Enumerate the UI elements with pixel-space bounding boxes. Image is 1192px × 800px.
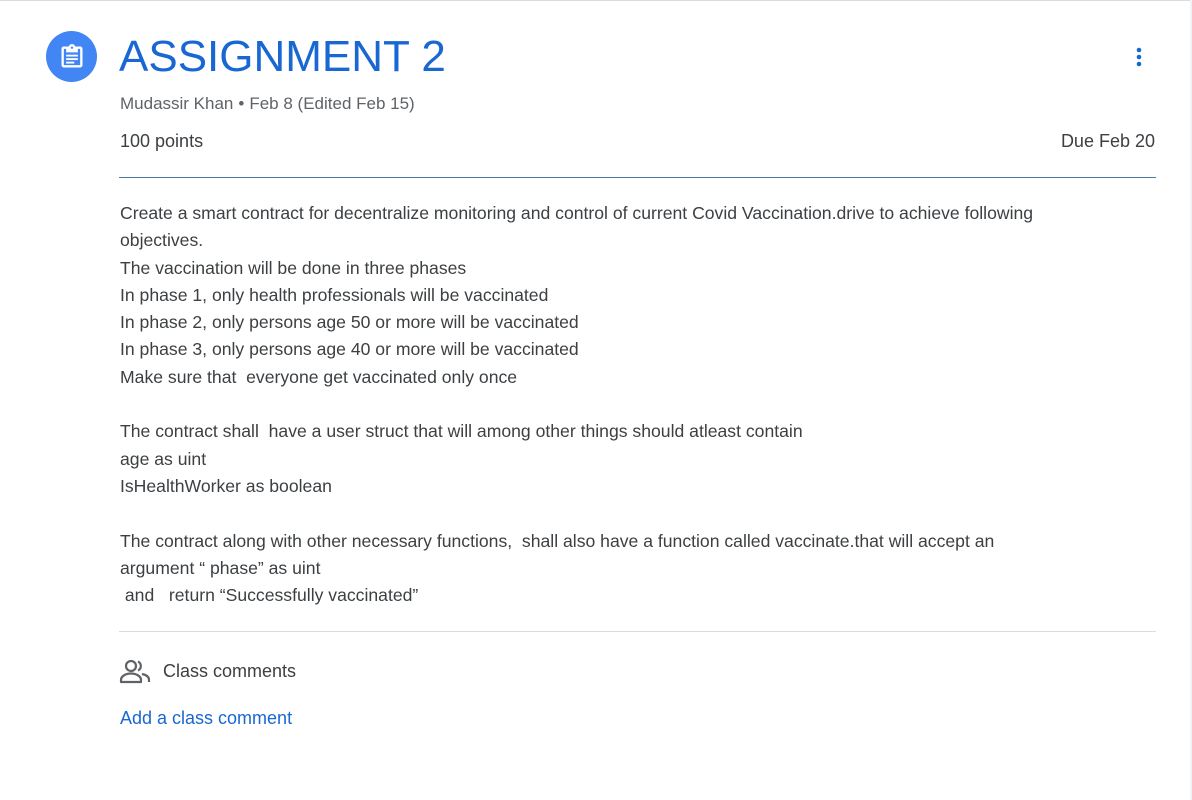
posted-date: Feb 8 (Edited Feb 15) [249,94,415,113]
description-line: age as uint [120,448,207,469]
description-blank-line [120,391,1160,418]
description-line: In phase 2, only persons age 50 or more … [120,312,579,333]
description-line: argument “ phase” as uint [120,557,321,578]
description-line: The vaccination will be done in three ph… [120,257,467,278]
due-date: Due Feb 20 [1060,131,1155,151]
assignment-title: ASSIGNMENT 2 [119,32,446,81]
comments-divider [119,631,1156,632]
description-line: IsHealthWorker as boolean [120,475,332,496]
description-line: Create a smart contract for decentralize… [120,203,1034,223]
class-comments-header: Class comments [119,656,296,686]
more-options-button[interactable] [1120,38,1158,76]
assignment-description: Create a smart contract for decentralize… [120,200,1160,609]
description-line: and return “Successfully vaccinated” [120,585,419,606]
author-name: Mudassir Khan [120,94,234,113]
top-border [0,0,1192,1]
class-comments-label: Class comments [163,660,297,681]
add-class-comment-link[interactable]: Add a class comment [120,708,292,729]
description-line: Make sure that everyone get vaccinated o… [120,366,518,387]
description-blank-line [120,500,1160,527]
more-vert-icon [1136,47,1142,67]
assignment-icon [46,31,97,82]
points-label: 100 points [120,131,204,151]
description-line: objectives. [120,230,204,251]
meta-separator: • [238,94,245,113]
description-line: In phase 3, only persons age 40 or more … [120,339,579,360]
description-line: The contract shall have a user struct th… [120,421,803,442]
clipboard-icon [61,43,82,67]
description-line: In phase 1, only health professionals wi… [120,284,549,305]
assignment-meta: Mudassir Khan • Feb 8 (Edited Feb 15) [120,92,415,116]
people-icon [119,656,151,686]
description-line: The contract along with other necessary … [120,530,995,551]
header-divider [119,177,1156,178]
